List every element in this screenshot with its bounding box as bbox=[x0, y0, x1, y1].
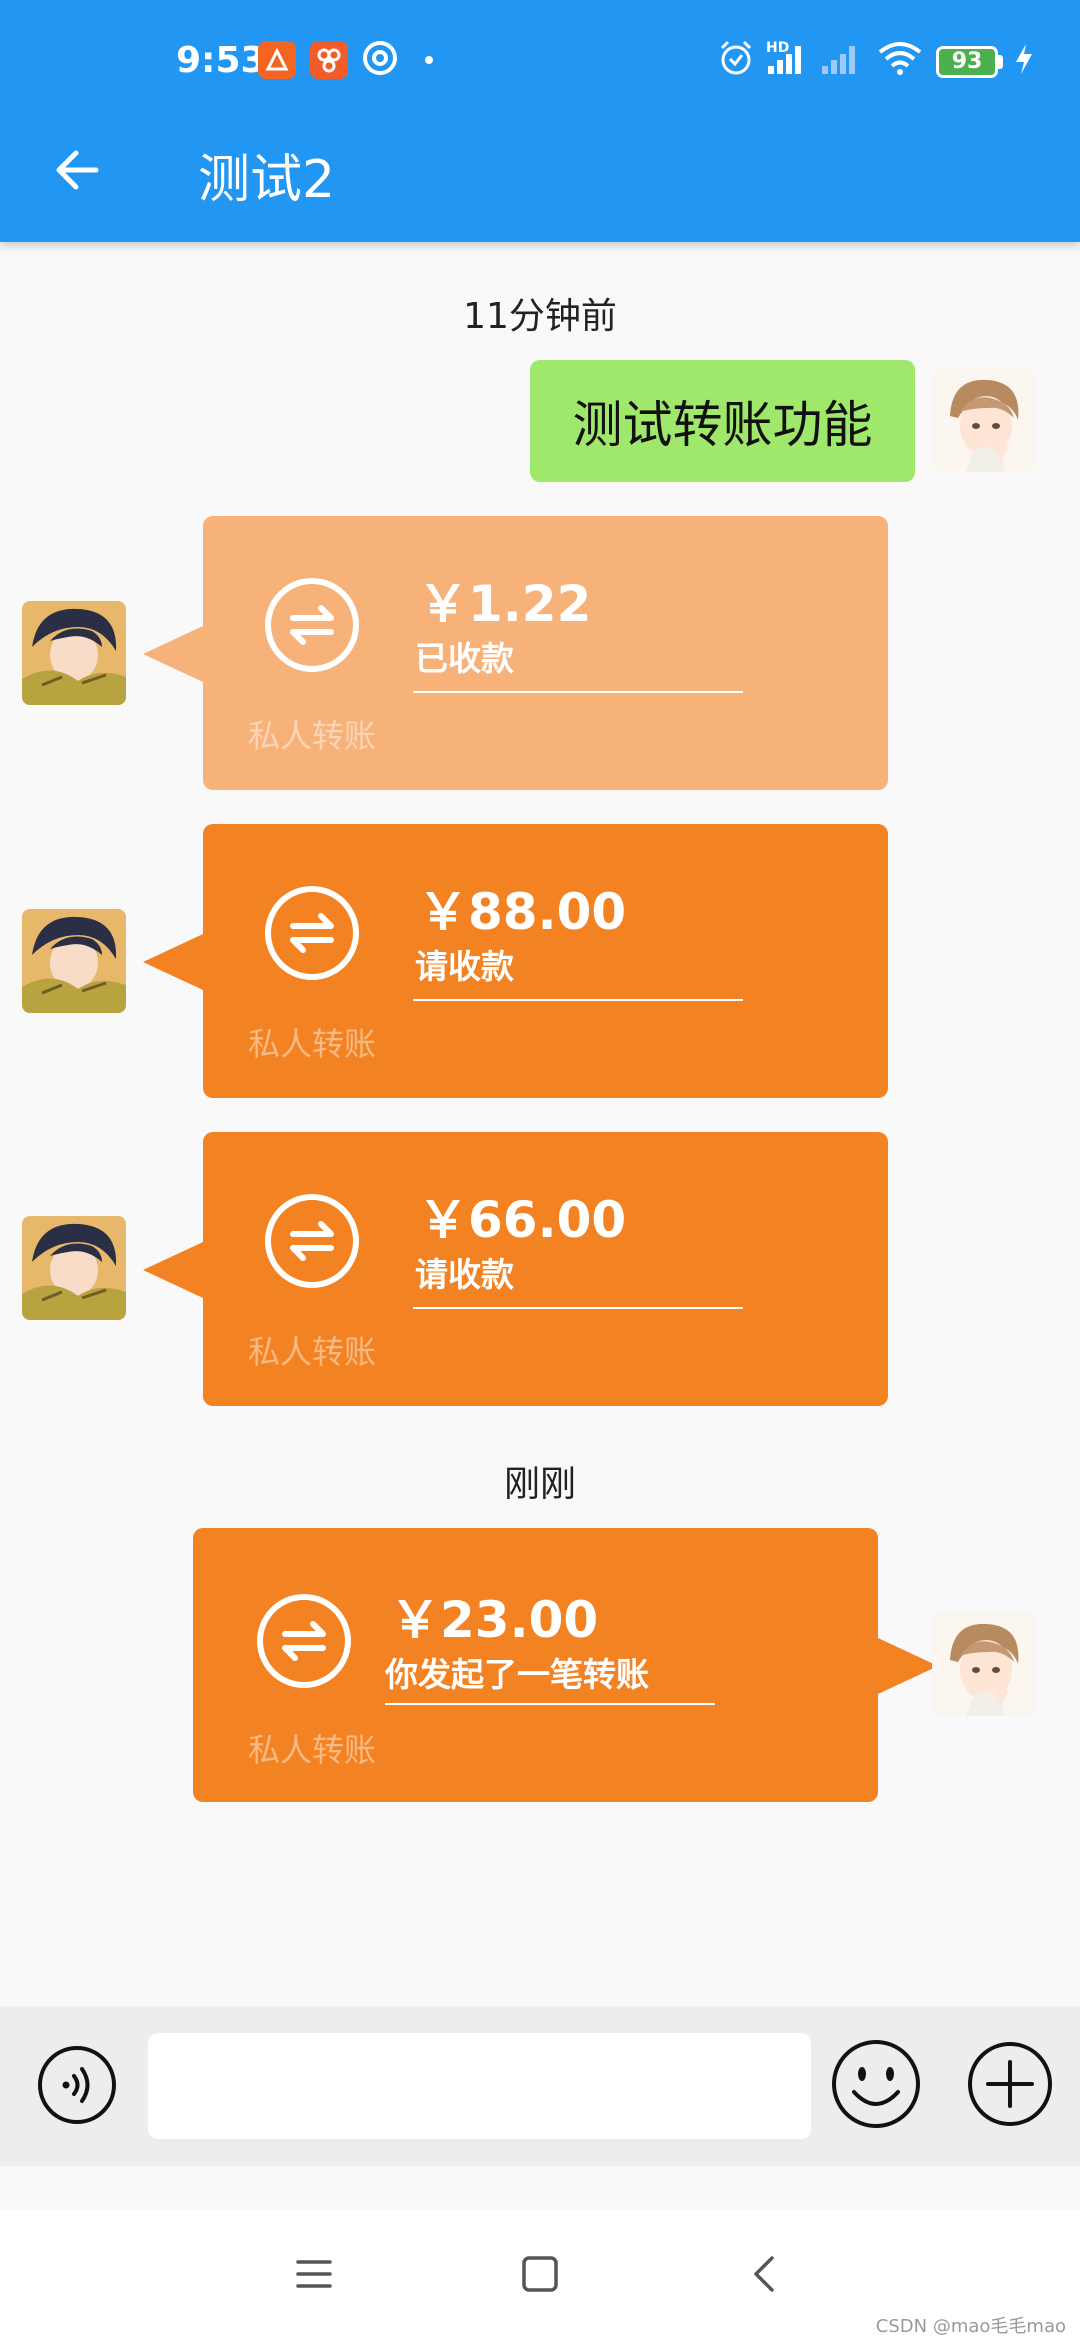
transfer-card[interactable]: ￥1.22 已收款 私人转账 bbox=[143, 516, 888, 790]
battery-icon: 93 bbox=[936, 46, 998, 78]
wifi-icon bbox=[878, 42, 922, 75]
time-divider: 11分钟前 bbox=[463, 296, 617, 337]
page-title: 测试2 bbox=[198, 150, 336, 210]
transfer-caption: 私人转账 bbox=[248, 1333, 377, 1371]
transfer-caption: 私人转账 bbox=[248, 717, 377, 755]
text-message-bubble[interactable]: 测试转账功能 bbox=[530, 360, 915, 482]
app-icon bbox=[310, 41, 348, 79]
back-button[interactable] bbox=[48, 140, 108, 200]
message-text: 测试转账功能 bbox=[572, 396, 873, 454]
menu-icon bbox=[296, 2260, 332, 2288]
transfer-status: 请收款 bbox=[415, 1255, 514, 1294]
message-input[interactable] bbox=[148, 2033, 811, 2139]
smiley-icon bbox=[832, 2040, 920, 2128]
back-nav-button[interactable] bbox=[744, 2252, 788, 2296]
charging-icon bbox=[1016, 44, 1032, 74]
app-icon bbox=[258, 41, 296, 79]
transfer-caption: 私人转账 bbox=[248, 1731, 377, 1769]
back-icon bbox=[754, 2256, 774, 2292]
avatar[interactable] bbox=[932, 1612, 1036, 1716]
emoji-button[interactable] bbox=[830, 2038, 922, 2130]
avatar[interactable] bbox=[22, 601, 126, 705]
signal-icon bbox=[768, 46, 801, 74]
status-time: 9:53 bbox=[176, 40, 266, 81]
divider bbox=[413, 999, 743, 1001]
transfer-status: 已收款 bbox=[415, 639, 514, 678]
transfer-exchange-icon bbox=[257, 1594, 351, 1688]
menu-button[interactable] bbox=[292, 2252, 336, 2296]
divider bbox=[385, 1703, 715, 1705]
transfer-exchange-icon bbox=[265, 578, 359, 672]
plus-circle-icon bbox=[968, 2042, 1052, 2126]
avatar[interactable] bbox=[932, 368, 1036, 472]
avatar[interactable] bbox=[22, 909, 126, 1013]
bubble-tail bbox=[143, 626, 203, 682]
home-button[interactable] bbox=[518, 2252, 562, 2296]
transfer-exchange-icon bbox=[265, 886, 359, 980]
alarm-icon bbox=[720, 40, 752, 75]
transfer-status: 请收款 bbox=[415, 947, 514, 986]
voice-icon bbox=[38, 2046, 116, 2124]
signal-icon bbox=[822, 46, 855, 74]
dot-icon bbox=[425, 56, 433, 64]
transfer-card[interactable]: ￥66.00 请收款 私人转账 bbox=[143, 1132, 888, 1406]
transfer-amount: ￥88.00 bbox=[418, 883, 627, 941]
app-icon bbox=[363, 41, 397, 75]
arrow-left-icon bbox=[56, 150, 99, 190]
time-divider: 刚刚 bbox=[503, 1464, 576, 1505]
voice-button[interactable] bbox=[36, 2044, 118, 2126]
transfer-amount: ￥66.00 bbox=[418, 1191, 627, 1249]
home-icon bbox=[522, 2256, 558, 2292]
app-bar: 9:53 HD 93 测试2 bbox=[0, 0, 1080, 242]
divider bbox=[413, 691, 743, 693]
transfer-amount: ￥23.00 bbox=[390, 1591, 599, 1649]
bubble-tail bbox=[143, 1242, 203, 1298]
transfer-exchange-icon bbox=[265, 1194, 359, 1288]
transfer-amount: ￥1.22 bbox=[418, 575, 592, 633]
more-button[interactable] bbox=[966, 2040, 1054, 2128]
transfer-caption: 私人转账 bbox=[248, 1025, 377, 1063]
transfer-status: 你发起了一笔转账 bbox=[385, 1655, 649, 1694]
battery-level: 93 bbox=[951, 49, 983, 74]
divider bbox=[413, 1307, 743, 1309]
watermark: CSDN @mao毛毛mao bbox=[875, 2316, 1066, 2337]
bubble-tail bbox=[143, 934, 203, 990]
bubble-tail bbox=[878, 1638, 938, 1694]
transfer-card[interactable]: ￥88.00 请收款 私人转账 bbox=[143, 824, 888, 1098]
battery-tip bbox=[998, 55, 1003, 69]
avatar[interactable] bbox=[22, 1216, 126, 1320]
transfer-card[interactable]: ￥23.00 你发起了一笔转账 私人转账 bbox=[193, 1528, 938, 1802]
